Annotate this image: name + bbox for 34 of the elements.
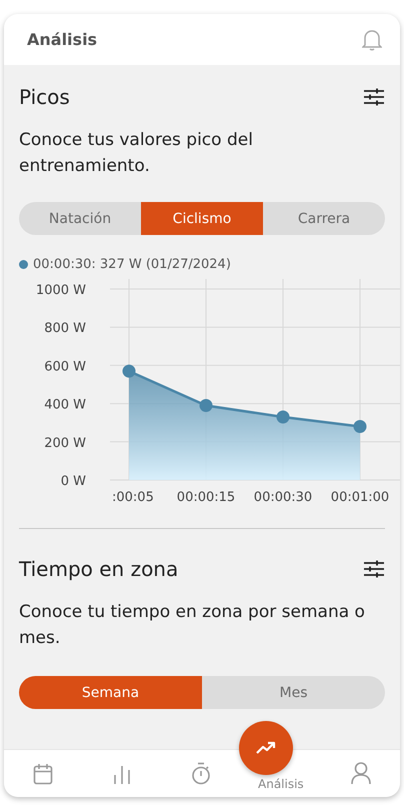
segment-tab[interactable]: Carrera [263, 202, 385, 235]
description: Conoce tu tiempo en zona por semana o mes. [19, 601, 366, 650]
axis-label: 0 W [60, 474, 86, 489]
person-icon[interactable] [350, 762, 371, 785]
segment-tab[interactable]: Ciclismo [141, 202, 263, 235]
settings-icon[interactable] [363, 560, 385, 578]
bell-icon[interactable] [362, 28, 382, 50]
data-point[interactable] [354, 420, 366, 434]
data-point[interactable] [276, 410, 290, 424]
nav-label[interactable]: Análisis [258, 776, 304, 790]
segment-tab[interactable]: Natación [19, 202, 141, 235]
section-title: Tiempo en zona [19, 557, 178, 581]
description: Conoce tus valores pico del entrenamiento. [19, 129, 254, 178]
axis-label: 1000 W [36, 283, 86, 298]
data-point[interactable] [200, 399, 212, 412]
analysis-fab[interactable] [239, 721, 293, 775]
axis-label: 600 W [44, 359, 86, 374]
segment-tab[interactable]: Semana [19, 676, 202, 709]
axis-label: 00:00:15 [176, 490, 236, 505]
stopwatch-icon[interactable] [191, 762, 212, 785]
axis-label: 800 W [44, 321, 86, 336]
calendar-icon[interactable] [33, 762, 54, 784]
axis-label: 400 W [44, 398, 86, 413]
segment-tab[interactable]: Mes [202, 676, 385, 709]
axis-label: :00:05 [112, 490, 154, 505]
page-title: Análisis [27, 30, 98, 49]
trend-icon [256, 741, 276, 755]
axis-label: 00:00:30 [254, 490, 312, 505]
data-point[interactable] [122, 364, 136, 378]
legend-label: 00:00:30: 327 W (01/27/2024) [33, 257, 231, 272]
axis-label: 00:01:00 [330, 490, 390, 505]
section-title: Picos [19, 85, 70, 109]
settings-icon[interactable] [363, 88, 385, 106]
axis-label: 200 W [44, 436, 86, 451]
